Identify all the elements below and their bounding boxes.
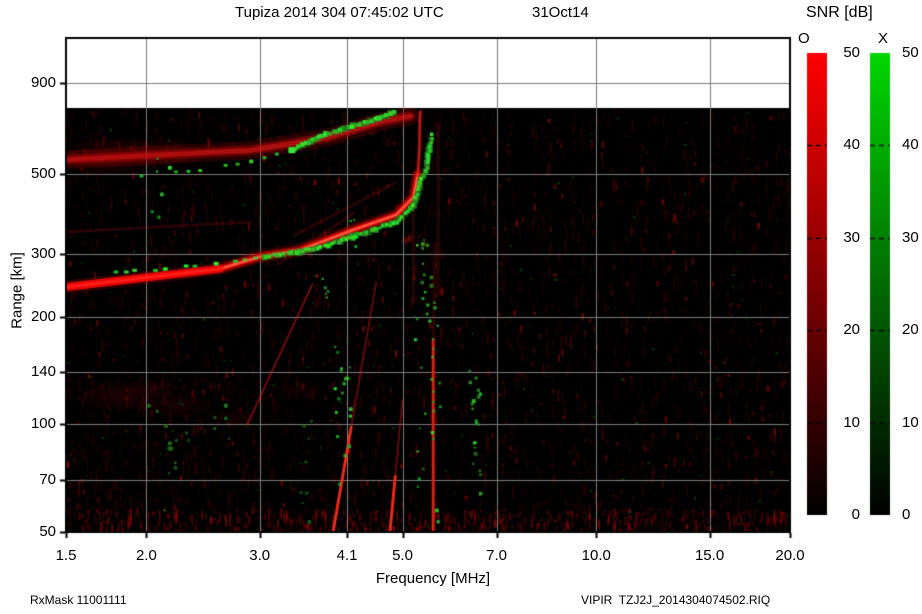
colorbar-x-tick-label: 50 bbox=[902, 44, 919, 61]
y-axis-title: Range [km] bbox=[8, 252, 26, 329]
x-axis-tick-label: 20.0 bbox=[775, 547, 805, 564]
colorbar-o-tick-label: 40 bbox=[843, 136, 860, 154]
page-title-date: 31Oct14 bbox=[532, 4, 589, 21]
footer-rxmask: RxMask 11001111 bbox=[30, 593, 127, 607]
y-axis-tick-label: 50 bbox=[39, 523, 56, 540]
colorbar-x-tick-label: 20 bbox=[902, 321, 919, 339]
y-axis-tick-label: 500 bbox=[30, 165, 56, 183]
x-axis-title: Frequency [MHz] bbox=[375, 570, 491, 587]
x-axis-tick-label: 2.0 bbox=[135, 547, 157, 564]
colorbar-x-tick-label: 30 bbox=[902, 228, 919, 246]
footer-filename: VIPIR TZJ2J_2014304074502.RIQ bbox=[581, 593, 771, 607]
x-axis-tick-label: 10.0 bbox=[581, 547, 611, 564]
colorbar-x-tick-label: 40 bbox=[902, 136, 919, 154]
x-axis-tick-label: 1.5 bbox=[55, 547, 77, 564]
page-title: Tupiza 2014 304 07:45:02 UTC bbox=[235, 4, 444, 21]
colorbar-o-tick-label: 0 bbox=[851, 506, 860, 523]
y-axis-tick-label: 900 bbox=[30, 74, 56, 91]
colorbar-title: SNR [dB] bbox=[806, 4, 873, 21]
x-axis-tick-label: 5.0 bbox=[392, 547, 413, 564]
colorbar-o-tick-label: 10 bbox=[843, 413, 860, 431]
x-axis-tick-label: 15.0 bbox=[694, 547, 725, 564]
colorbar-o-tick-label: 30 bbox=[843, 228, 860, 246]
y-axis-tick-label: 100 bbox=[30, 415, 56, 433]
x-axis-tick-label: 4.1 bbox=[336, 547, 358, 564]
ionogram-plot-canvas bbox=[0, 0, 922, 614]
x-axis-tick-label: 3.0 bbox=[249, 547, 271, 564]
colorbar-x-mode-label: X bbox=[878, 30, 889, 47]
colorbar-x-tick-label: 10 bbox=[902, 413, 919, 431]
colorbar-o-mode-label: O bbox=[798, 30, 810, 47]
y-axis-tick-label: 200 bbox=[30, 307, 56, 325]
colorbar-o-tick-label: 50 bbox=[843, 44, 860, 61]
y-axis-tick-label: 300 bbox=[30, 244, 56, 262]
ionogram-page: { "header": { "title": "Tupiza 2014 304 … bbox=[0, 0, 922, 614]
x-axis-tick-label: 7.0 bbox=[486, 547, 507, 564]
colorbar-o-tick-label: 20 bbox=[843, 321, 860, 339]
y-axis-tick-label: 70 bbox=[39, 470, 56, 488]
colorbar-x-tick-label: 0 bbox=[902, 506, 911, 523]
y-axis-tick-label: 140 bbox=[30, 363, 56, 381]
